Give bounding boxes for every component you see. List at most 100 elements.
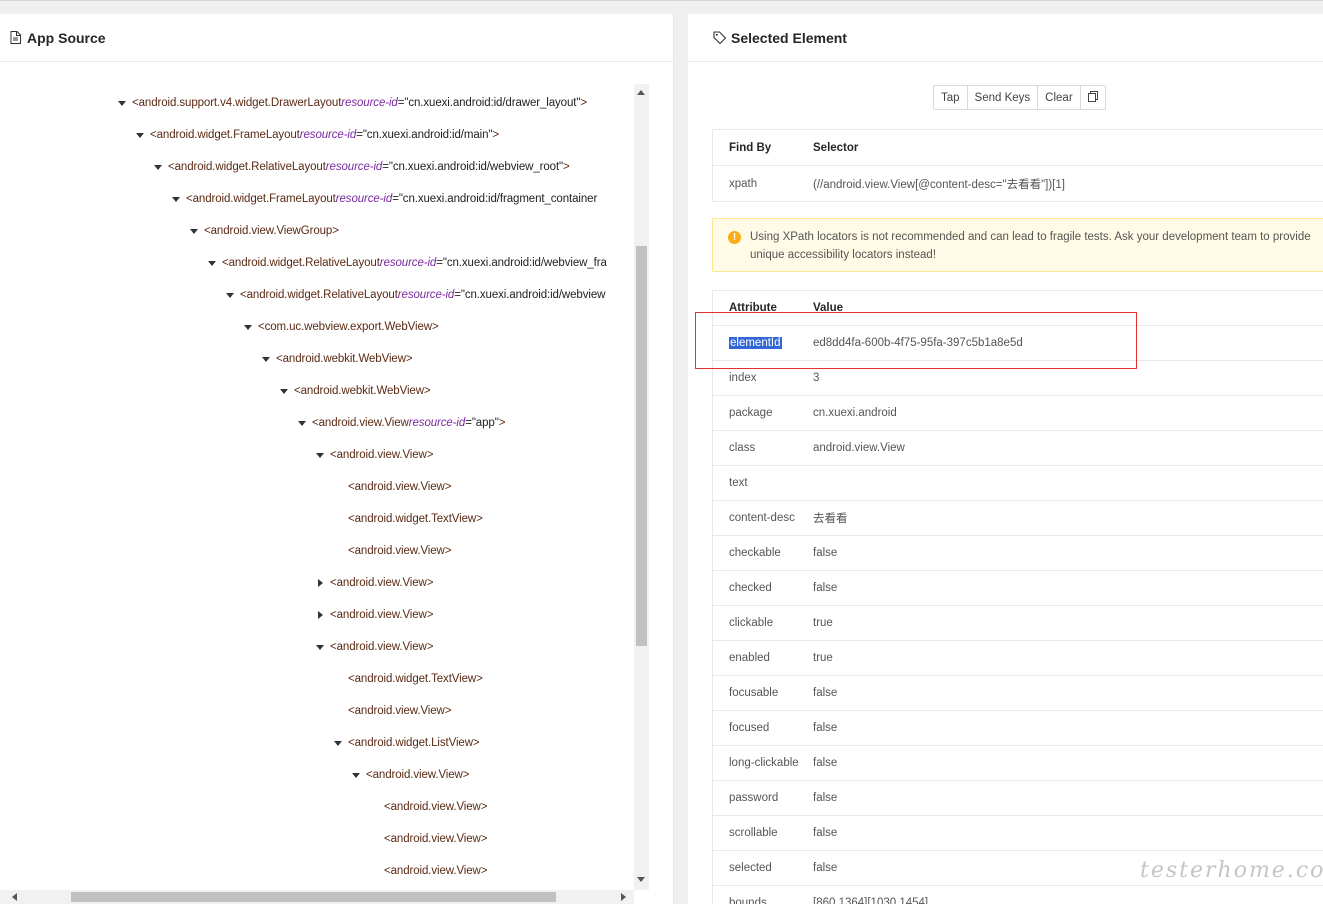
attribute-row[interactable]: checked false [713, 571, 1323, 606]
vertical-scrollbar[interactable] [634, 84, 649, 890]
collapse-caret-icon[interactable] [114, 87, 132, 119]
node-attr-name: resource-id [325, 161, 383, 173]
tree-node[interactable]: <com.uc.webview.export.WebView> [240, 311, 439, 343]
attribute-row[interactable]: package cn.xuexi.android [713, 396, 1323, 431]
tree-node[interactable]: <android.view.View> [330, 471, 451, 503]
tree-node[interactable]: <android.widget.TextView> [330, 503, 483, 535]
collapse-caret-icon[interactable] [312, 439, 330, 471]
tree-node[interactable]: <android.view.View> [312, 567, 433, 599]
scroll-up-icon[interactable] [637, 90, 645, 95]
tree-node[interactable]: <android.view.View> [312, 439, 433, 471]
attribute-row[interactable]: class android.view.View [713, 431, 1323, 466]
tree-node[interactable]: <android.view.View> [348, 759, 469, 791]
collapse-caret-icon[interactable] [312, 631, 330, 663]
collapse-caret-icon[interactable] [294, 407, 312, 439]
tree-node[interactable]: <android.view.View> [312, 631, 433, 663]
attribute-name-text: password [729, 792, 779, 804]
source-tree[interactable]: <android.support.v4.widget.DrawerLayout … [0, 84, 634, 890]
tree-node[interactable]: <android.webkit.WebView> [276, 375, 431, 407]
expand-caret-icon[interactable] [312, 567, 330, 599]
node-tag: <android.view.View [312, 417, 409, 429]
attribute-name: clickable [713, 617, 813, 629]
attribute-name: index [713, 372, 813, 384]
collapse-caret-icon[interactable] [186, 215, 204, 247]
attribute-name: bounds [713, 897, 813, 904]
attribute-row[interactable]: enabled true [713, 641, 1323, 676]
h-scrollbar-thumb[interactable] [71, 892, 556, 902]
tree-node[interactable]: <android.view.View resource-id = "app" > [294, 407, 505, 439]
tree-node[interactable]: <android.widget.FrameLayout resource-id =… [168, 183, 597, 215]
expand-caret-icon[interactable] [312, 599, 330, 631]
tree-node[interactable]: <android.widget.RelativeLayout resource-… [150, 151, 570, 183]
tap-button[interactable]: Tap [934, 86, 968, 109]
attribute-name-text: focused [729, 722, 770, 734]
collapse-caret-icon[interactable] [348, 759, 366, 791]
clear-button[interactable]: Clear [1038, 86, 1081, 109]
tree-node[interactable]: <android.view.View> [366, 823, 487, 855]
tree-node[interactable]: <android.support.v4.widget.DrawerLayout … [114, 87, 587, 119]
collapse-caret-icon[interactable] [132, 119, 150, 151]
collapse-caret-icon[interactable] [330, 727, 348, 759]
find-by-table: Find By Selector xpath (//android.view.V… [712, 129, 1323, 202]
attribute-row[interactable]: index 3 [713, 361, 1323, 396]
tree-node[interactable]: <android.view.View> [330, 695, 451, 727]
scrollbar-thumb[interactable] [636, 246, 647, 646]
tree-node[interactable]: <android.widget.ListView> [330, 727, 480, 759]
scroll-left-icon[interactable] [12, 893, 17, 901]
file-icon [8, 31, 22, 45]
tree-node[interactable]: <android.webkit.WebView> [258, 343, 413, 375]
attribute-row[interactable]: content-desc 去看看 [713, 501, 1323, 536]
attribute-row[interactable]: long-clickable false [713, 746, 1323, 781]
attribute-row[interactable]: password false [713, 781, 1323, 816]
scroll-down-icon[interactable] [637, 877, 645, 882]
collapse-caret-icon[interactable] [168, 183, 186, 215]
node-tag: <android.widget.RelativeLayout [168, 161, 326, 173]
attribute-name: long-clickable [713, 757, 813, 769]
horizontal-scrollbar[interactable] [0, 890, 634, 904]
collapse-caret-icon[interactable] [222, 279, 240, 311]
copy-button[interactable] [1081, 86, 1105, 109]
tree-node[interactable]: <android.widget.TextView> [330, 663, 483, 695]
tree-node[interactable]: <android.view.View> [330, 535, 451, 567]
tree-node[interactable]: <android.view.View> [366, 791, 487, 823]
attribute-row[interactable]: focused false [713, 711, 1323, 746]
attribute-row[interactable]: elementId ed8dd4fa-600b-4f75-95fa-397c5b1… [713, 326, 1323, 361]
attribute-value: false [813, 722, 838, 734]
collapse-caret-icon[interactable] [276, 375, 294, 407]
attribute-row[interactable]: focusable false [713, 676, 1323, 711]
tree-node[interactable]: <android.widget.FrameLayout resource-id =… [132, 119, 499, 151]
tree-node[interactable]: <android.view.View> [312, 599, 433, 631]
node-tag: <android.webkit.WebView> [276, 353, 413, 365]
find-by-row[interactable]: xpath (//android.view.View[@content-desc… [713, 166, 1323, 201]
selected-element-header: Selected Element [688, 14, 1323, 62]
attribute-row[interactable]: scrollable false [713, 816, 1323, 851]
send-keys-button[interactable]: Send Keys [968, 86, 1039, 109]
attribute-name-text: text [729, 477, 748, 489]
tree-node[interactable]: <android.widget.RelativeLayout resource-… [222, 279, 605, 311]
attribute-value: true [813, 652, 833, 664]
node-close: > [580, 97, 587, 109]
attribute-value: false [813, 792, 838, 804]
selector-value[interactable]: (//android.view.View[@content-desc="去看看"… [813, 176, 1323, 192]
node-attr-value: "cn.xuexi.android:id/main" [362, 129, 493, 141]
value-header: Value [813, 302, 844, 314]
attribute-row[interactable]: text [713, 466, 1323, 501]
tree-node[interactable]: <android.view.View> [366, 855, 487, 887]
warning-icon: ! [728, 231, 741, 244]
top-bar [0, 0, 1323, 14]
collapse-caret-icon[interactable] [258, 343, 276, 375]
tree-node[interactable]: <android.widget.RelativeLayout resource-… [204, 247, 607, 279]
attribute-row[interactable]: checkable false [713, 536, 1323, 571]
attribute-value: cn.xuexi.android [813, 407, 897, 419]
node-tag: <android.view.View> [384, 801, 488, 813]
tree-node[interactable]: <android.view.ViewGroup> [186, 215, 339, 247]
scroll-right-icon[interactable] [621, 893, 626, 901]
collapse-caret-icon[interactable] [204, 247, 222, 279]
attribute-row[interactable]: clickable true [713, 606, 1323, 641]
collapse-caret-icon[interactable] [240, 311, 258, 343]
attribute-row[interactable]: bounds [860,1364][1030,1454] [713, 886, 1323, 904]
collapse-caret-icon[interactable] [150, 151, 168, 183]
attribute-name-text: class [729, 442, 756, 454]
node-tag: <android.view.ViewGroup> [204, 225, 339, 237]
node-tag: <android.widget.ListView> [348, 737, 480, 749]
